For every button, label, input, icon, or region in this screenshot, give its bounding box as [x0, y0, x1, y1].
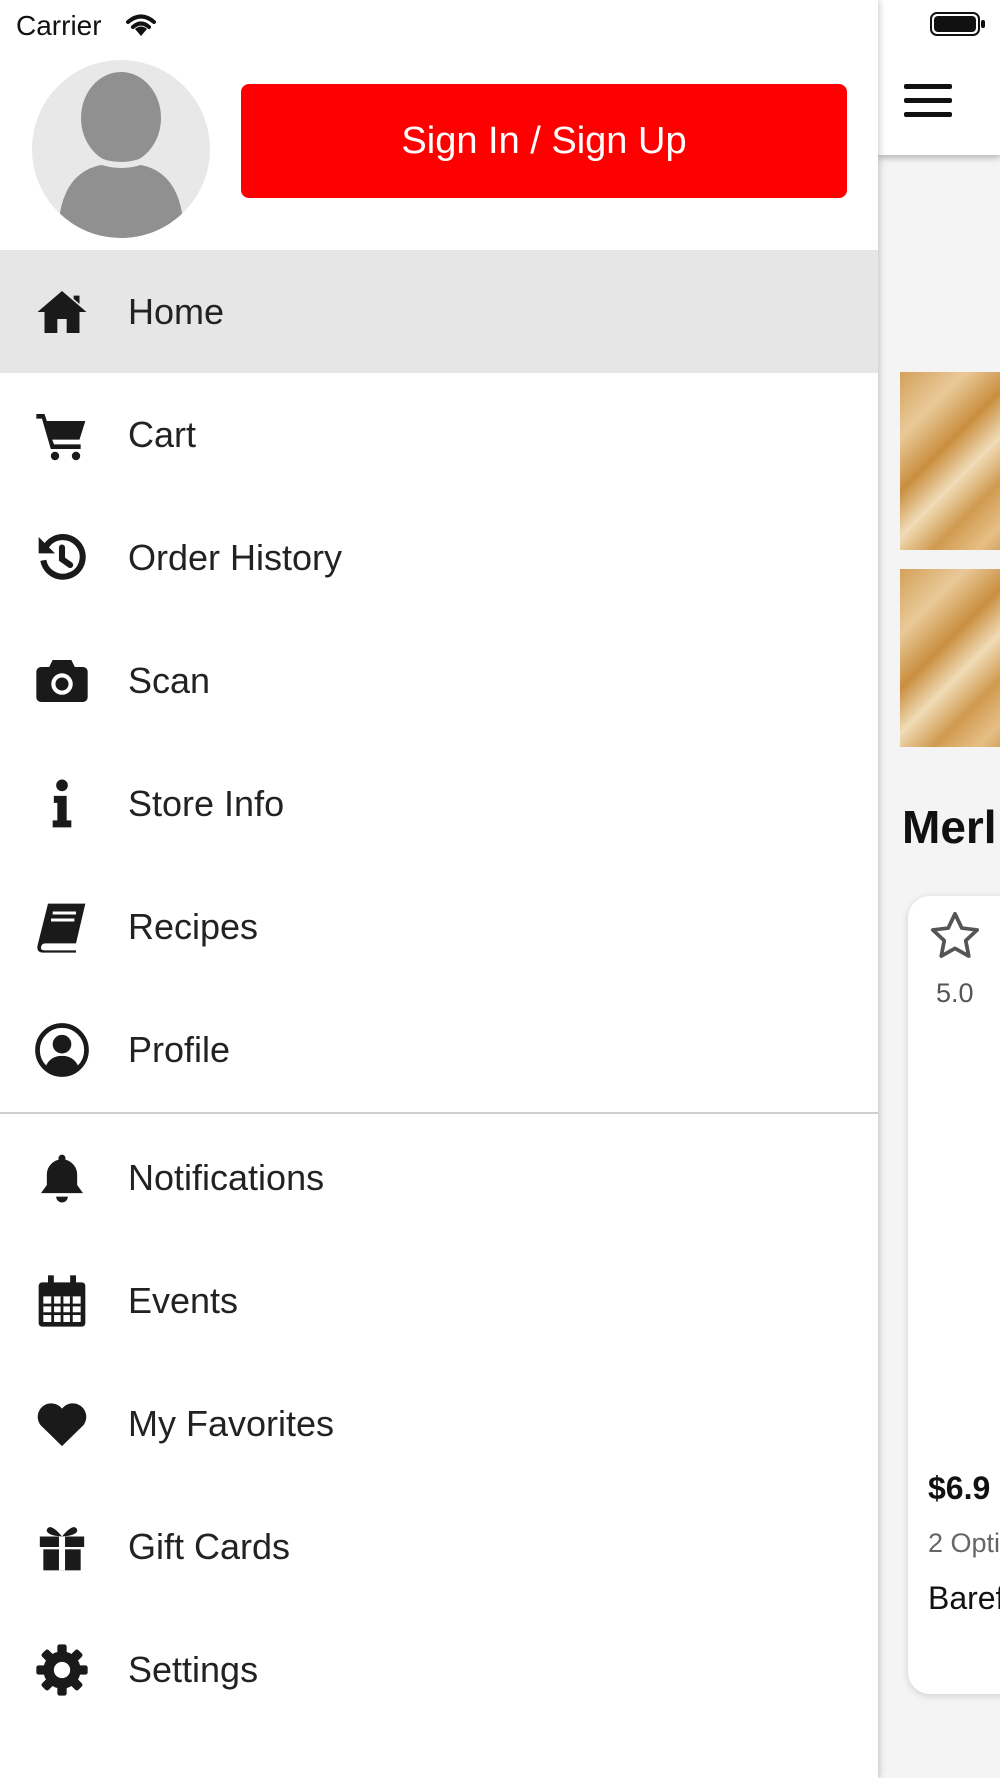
carrier-label: Carrier [16, 10, 102, 41]
menu-item-profile[interactable]: Profile [0, 988, 878, 1111]
menu-item-recipes[interactable]: Recipes [0, 865, 878, 988]
gift-icon [32, 1517, 92, 1577]
promo-banner-image[interactable] [900, 569, 1000, 747]
menu-item-scan[interactable]: Scan [0, 619, 878, 742]
menu-item-label: Profile [128, 1028, 231, 1070]
navigation-drawer: Carrier Sign In / Sign Up Home Cart Orde… [0, 0, 878, 1778]
menu-item-label: Store Info [128, 782, 285, 824]
product-rating: 5.0 [936, 978, 974, 1008]
menu-item-label: Events [128, 1279, 239, 1321]
menu-item-cart[interactable]: Cart [0, 373, 878, 496]
menu-item-gift-cards[interactable]: Gift Cards [0, 1485, 878, 1608]
bell-icon [32, 1148, 92, 1208]
home-icon [32, 282, 92, 342]
history-icon [32, 528, 92, 588]
product-name: Baref [928, 1580, 1000, 1616]
menu-item-label: Cart [128, 413, 197, 455]
menu-item-label: Scan [128, 659, 211, 701]
menu-item-label: Recipes [128, 905, 259, 947]
menu-item-settings[interactable]: Settings [0, 1608, 878, 1731]
menu-item-notifications[interactable]: Notifications [0, 1116, 878, 1239]
menu-item-label: My Favorites [128, 1402, 335, 1444]
camera-icon [32, 651, 92, 711]
menu-item-events[interactable]: Events [0, 1239, 878, 1362]
main-screen: Merl 5.0 $6.9 2 Opti Baref [878, 0, 1000, 1778]
sign-in-button[interactable]: Sign In / Sign Up [241, 84, 847, 198]
product-price: $6.9 [928, 1470, 991, 1506]
wifi-icon [126, 14, 156, 36]
avatar[interactable] [32, 60, 210, 238]
app-bar [878, 0, 1000, 155]
promo-banner-image[interactable] [900, 372, 1000, 550]
menu-item-label: Gift Cards [128, 1525, 291, 1567]
heart-icon [32, 1394, 92, 1454]
battery-icon [930, 12, 985, 36]
calendar-icon [32, 1271, 92, 1331]
menu-item-order-history[interactable]: Order History [0, 496, 878, 619]
menu-item-home[interactable]: Home [0, 250, 878, 373]
menu-item-store-info[interactable]: Store Info [0, 742, 878, 865]
section-title: Merl [902, 801, 997, 853]
menu-item-favorites[interactable]: My Favorites [0, 1362, 878, 1485]
menu-item-label: Home [128, 290, 225, 332]
info-icon [32, 774, 92, 834]
menu-item-label: Order History [128, 536, 343, 578]
user-circle-icon [32, 1020, 92, 1080]
product-card[interactable]: 5.0 $6.9 2 Opti Baref [908, 896, 1000, 1694]
gear-icon [32, 1640, 92, 1700]
cart-icon [32, 405, 92, 465]
menu-item-label: Settings [128, 1648, 259, 1690]
product-options: 2 Opti [928, 1528, 1000, 1558]
menu-divider [0, 1112, 878, 1114]
status-bar: Carrier [0, 0, 878, 50]
book-icon [32, 897, 92, 957]
menu-item-label: Notifications [128, 1156, 325, 1198]
drawer-menu: Home Cart Order History Scan Store Info [0, 250, 878, 1731]
user-placeholder-icon [58, 72, 184, 238]
star-icon[interactable] [926, 908, 984, 964]
menu-toggle-icon[interactable] [904, 80, 952, 120]
